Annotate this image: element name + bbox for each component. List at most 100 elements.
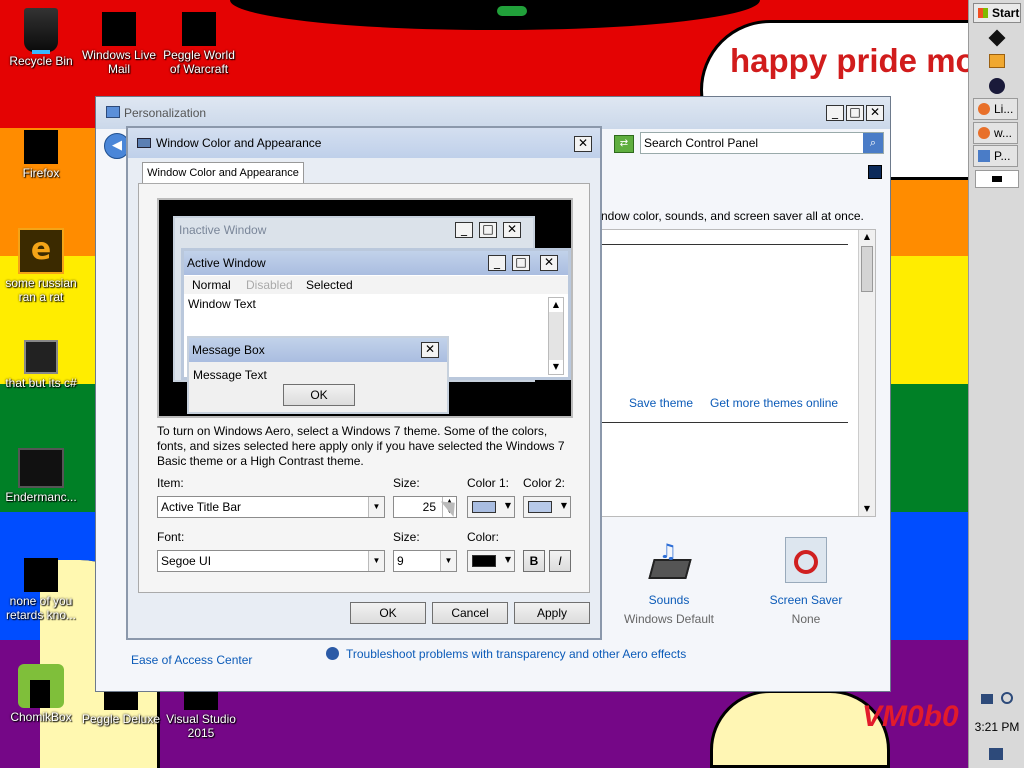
preview-window-text: Window Text	[188, 297, 256, 311]
dialog-tab-panel: Inactive Window _ □ ✕ Active Window _ □ …	[138, 183, 590, 593]
preview-inactive-max: □	[479, 222, 497, 238]
control-panel-task-icon	[978, 150, 990, 162]
screensaver-item[interactable]: Screen Saver None	[758, 537, 854, 626]
quicklaunch-icon-1[interactable]	[988, 29, 1006, 47]
peggle-icon	[182, 6, 228, 46]
close-button[interactable]: ✕	[866, 105, 884, 121]
csharp-file-icon	[24, 340, 58, 374]
sounds-item[interactable]: ♫ Sounds Windows Default	[616, 537, 722, 626]
get-more-themes-link[interactable]: Get more themes online	[710, 396, 838, 410]
font-size-label: Size:	[393, 530, 420, 544]
desktop-icon-none-of-you[interactable]: none of you retards kno...	[0, 552, 82, 622]
taskbar-active-item[interactable]	[975, 170, 1019, 188]
screensaver-icon	[785, 537, 827, 583]
taskbar-item-2[interactable]: w...	[973, 122, 1018, 144]
aero-info-text: To turn on Windows Aero, select a Window…	[157, 424, 565, 468]
quicklaunch-media-icon[interactable]	[989, 54, 1005, 68]
window-color-dialog: Window Color and Appearance ✕ Window Col…	[126, 126, 602, 640]
personalization-titlebar[interactable]: Personalization _ □ ✕	[96, 97, 890, 129]
start-button[interactable]: Start	[973, 3, 1021, 23]
tray-network-icon[interactable]	[981, 694, 993, 704]
desktop-icon-chomikbox[interactable]: ChomikBox	[0, 664, 82, 724]
desktop-icon-csharp[interactable]: that but its c#	[0, 340, 82, 390]
desktop-icon-windows-live-mail[interactable]: Windows Live Mail	[78, 8, 160, 76]
troubleshoot-icon	[326, 647, 339, 660]
dialog-tab[interactable]: Window Color and Appearance	[142, 162, 304, 184]
color2-label: Color 2:	[523, 476, 566, 490]
cancel-button[interactable]: Cancel	[432, 602, 508, 624]
search-icon[interactable]: ⌕	[863, 133, 883, 153]
help-icon[interactable]	[868, 165, 882, 179]
scroll-thumb[interactable]	[861, 246, 873, 292]
chevron-down-icon[interactable]: ▼	[440, 551, 456, 571]
screensaver-value: None	[791, 612, 821, 626]
preview-menu-selected: Selected	[306, 278, 353, 292]
preview-menu-normal: Normal	[192, 278, 231, 292]
quicklaunch-globe-icon[interactable]	[989, 78, 1005, 94]
desktop-icon-peggle-wow[interactable]: Peggle World of Warcraft	[158, 6, 240, 76]
firefox-task-icon	[978, 103, 990, 115]
tray-volume-icon[interactable]	[1001, 692, 1013, 704]
taskbar: Start Li... w... P... 3:21 PM	[968, 0, 1024, 768]
chevron-down-icon[interactable]: ▼	[368, 551, 384, 571]
scroll-down-icon[interactable]: ▼	[859, 502, 875, 516]
desktop-icon-recycle-bin[interactable]: Recycle Bin	[0, 8, 82, 68]
color1-label: Color 1:	[467, 476, 510, 490]
preview-inactive-title: Inactive Window	[179, 223, 267, 237]
expression-blend-icon: e	[18, 228, 64, 274]
italic-toggle[interactable]: I	[549, 550, 571, 572]
scroll-up-icon[interactable]: ▲	[859, 230, 875, 244]
show-desktop-icon[interactable]	[989, 748, 1003, 760]
preview-ok-button: OK	[283, 384, 355, 406]
font-label: Font:	[157, 530, 185, 544]
window-task-icon	[992, 176, 1002, 182]
desktop-icon-visual-studio[interactable]: Visual Studio 2015	[160, 690, 242, 740]
preview-scroll-up-icon: ▲	[549, 298, 563, 312]
desktop-icon-peggle-deluxe[interactable]: Peggle Deluxe	[80, 690, 162, 726]
personalization-intro: ndow color, sounds, and screen saver all…	[601, 209, 864, 223]
color1-chevron-down-icon: ▼	[504, 501, 511, 510]
clock[interactable]: 3:21 PM	[971, 720, 1023, 734]
desktop-icon-russian-rat[interactable]: e some russian ran a rat	[0, 228, 82, 304]
sounds-link[interactable]: Sounds	[616, 593, 722, 607]
color2-swatch	[528, 501, 552, 513]
watermark-text: VM0b0	[862, 700, 959, 733]
troubleshoot-link[interactable]: Troubleshoot problems with transparency …	[346, 647, 686, 661]
preview-message-text: Message Text	[193, 368, 267, 382]
themes-list[interactable]: Save theme Get more themes online ▲ ▼	[601, 229, 876, 517]
ease-of-access-link[interactable]: Ease of Access Center	[131, 653, 252, 667]
preview-active-close: ✕	[540, 255, 558, 271]
screensaver-link[interactable]: Screen Saver	[758, 593, 854, 607]
preview-message-box: Message Box ✕ Message Text OK	[187, 336, 449, 414]
maximize-button[interactable]: □	[846, 105, 864, 121]
font-color-picker[interactable]: ▼	[467, 550, 515, 572]
minimize-button[interactable]: _	[826, 105, 844, 121]
ok-button[interactable]: OK	[350, 602, 426, 624]
font-size-select[interactable]: 9 ▼	[393, 550, 457, 572]
chevron-down-icon[interactable]: ▼	[368, 497, 384, 517]
desktop-icon-endermanc[interactable]: Endermanc...	[0, 448, 82, 504]
taskbar-item-1[interactable]: Li...	[973, 98, 1018, 120]
taskbar-item-3[interactable]: P...	[973, 145, 1018, 167]
color1-picker[interactable]: ▼	[467, 496, 515, 518]
themes-scrollbar[interactable]: ▲ ▼	[858, 230, 875, 516]
refresh-button[interactable]: ⇄	[614, 135, 634, 153]
dialog-close-button[interactable]: ✕	[574, 136, 592, 152]
preview-active-title: Active Window	[187, 256, 266, 270]
apply-button[interactable]: Apply	[514, 602, 590, 624]
item-select[interactable]: Active Title Bar ▼	[157, 496, 385, 518]
search-input[interactable]: Search Control Panel ⌕	[640, 132, 884, 154]
dialog-titlebar[interactable]: Window Color and Appearance ✕	[128, 128, 600, 158]
preview-msgbox-title: Message Box	[192, 343, 265, 357]
font-select[interactable]: Segoe UI ▼	[157, 550, 385, 572]
desktop-icon-firefox[interactable]: Firefox	[0, 130, 82, 180]
preview-menu-bar: Normal Disabled Selected	[184, 276, 568, 294]
preview-scroll-down-icon: ▼	[549, 360, 563, 374]
bold-toggle[interactable]: B	[523, 550, 545, 572]
color2-picker[interactable]: ▼	[523, 496, 571, 518]
dialog-title: Window Color and Appearance	[156, 136, 322, 150]
save-theme-link[interactable]: Save theme	[629, 396, 693, 410]
sounds-icon: ♫	[647, 537, 692, 583]
preview-inactive-close: ✕	[503, 222, 521, 238]
appearance-preview: Inactive Window _ □ ✕ Active Window _ □ …	[157, 198, 573, 418]
